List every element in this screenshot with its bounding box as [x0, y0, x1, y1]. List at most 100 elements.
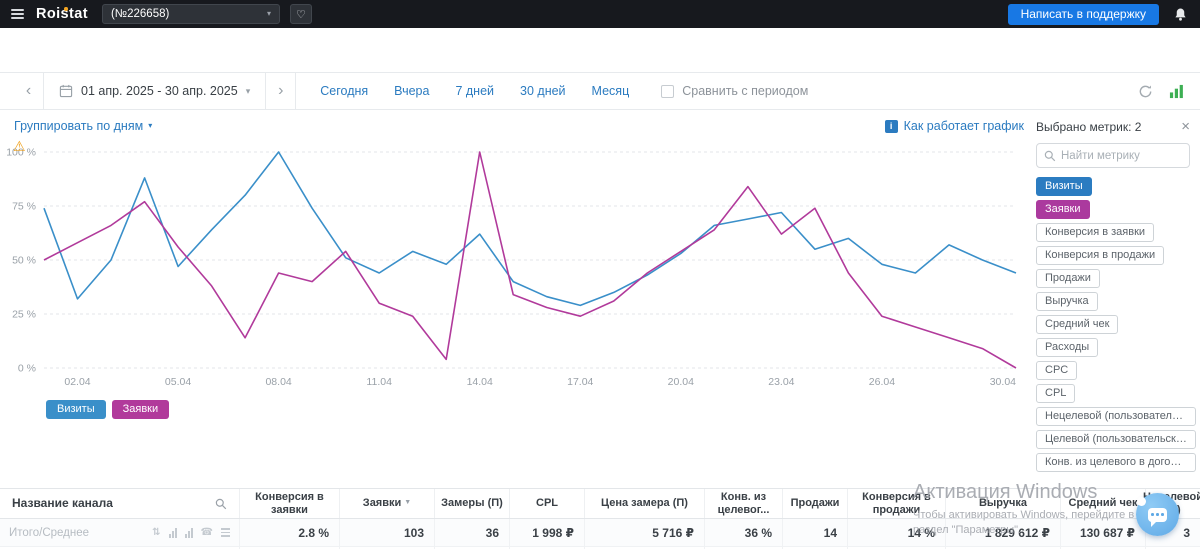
metric-tag[interactable]: CPC	[1036, 361, 1078, 380]
main-content: Группировать по дням ▾ i Как работает гр…	[0, 110, 1200, 472]
date-range-label: 01 апр. 2025 - 30 апр. 2025	[81, 84, 238, 98]
metric-tag[interactable]: Конв. из целевого в договор ...	[1036, 453, 1196, 472]
metric-tag[interactable]: Нецелевой (пользовательски...	[1036, 407, 1196, 426]
column-header-label: Выручка	[978, 497, 1028, 510]
close-icon[interactable]: ×	[1181, 119, 1190, 134]
column-header-label: Цена замера (П)	[601, 497, 688, 510]
metric-tag[interactable]: Расходы	[1036, 338, 1099, 357]
chat-icon	[1148, 507, 1167, 527]
health-widget-icon[interactable]: ♡	[289, 4, 312, 24]
compare-label: Сравнить с периодом	[682, 84, 809, 98]
legend-badge[interactable]: Заявки	[111, 400, 170, 419]
sort-icon[interactable]: ⇅	[152, 527, 160, 538]
chart-legend: Визиты Заявки	[0, 394, 1032, 419]
bar-chart-icon[interactable]	[168, 527, 177, 538]
date-range-selector[interactable]: 01 апр. 2025 - 30 апр. 2025 ▾	[44, 73, 267, 109]
logo-dot-icon	[64, 7, 68, 11]
legend-badge[interactable]: Визиты	[46, 400, 106, 419]
quick-link-4[interactable]: Месяц	[592, 84, 630, 98]
chevron-down-icon: ▾	[266, 9, 271, 18]
support-button[interactable]: Написать в поддержку	[1007, 3, 1159, 25]
next-period-button[interactable]: ›	[266, 73, 297, 109]
metric-search[interactable]	[1036, 143, 1190, 168]
cell: 2.8 %	[240, 519, 340, 546]
metric-tag-list: Визиты Заявки Конверсия в заявки Конверсия …	[1036, 177, 1196, 472]
phone-icon[interactable]: ☎	[201, 527, 213, 538]
metric-tag[interactable]: CPL	[1036, 384, 1076, 403]
metric-tag[interactable]: Целевой (пользовательский)	[1036, 430, 1196, 449]
header-spacer	[0, 28, 1200, 72]
quick-link-0[interactable]: Сегодня	[320, 84, 368, 98]
svg-text:50 %: 50 %	[12, 255, 36, 267]
column-header-4[interactable]: Цена замера (П)	[585, 489, 705, 518]
cell-value: 130 687 ₽	[1079, 525, 1135, 540]
how-it-works-link[interactable]: i Как работает график	[884, 119, 1024, 133]
quick-link-2[interactable]: 7 дней	[455, 84, 494, 98]
column-chart-icon[interactable]	[184, 527, 193, 538]
quick-link-3[interactable]: 30 дней	[520, 84, 566, 98]
metric-tag[interactable]: Продажи	[1036, 269, 1100, 288]
column-header-8[interactable]: Выручка	[946, 489, 1061, 518]
project-select[interactable]: (№226658) ▾	[101, 4, 280, 24]
app-root: Roistat (№226658) ▾ ♡ Написать в поддерж…	[0, 0, 1200, 549]
calendar-icon	[59, 84, 73, 98]
search-icon[interactable]	[215, 498, 227, 510]
chart-widget-icon[interactable]	[1169, 84, 1184, 99]
quick-link-1[interactable]: Вчера	[394, 84, 429, 98]
column-header-name[interactable]: Название канала	[0, 489, 240, 518]
topbar: Roistat (№226658) ▾ ♡ Написать в поддерж…	[0, 0, 1200, 28]
column-header-9[interactable]: Средний чек	[1061, 489, 1146, 518]
chevron-down-icon: ▾	[148, 121, 153, 130]
svg-text:20.04: 20.04	[668, 376, 694, 388]
table-body: Итого/Среднее ⇅ ☎ 2.8 % 103 36 1 998 ₽5 716 ₽3…	[0, 519, 1200, 549]
totals-label: Итого/Среднее	[9, 526, 90, 539]
project-select-value: (№226658)	[110, 8, 170, 20]
cell-value: 1 829 612 ₽	[984, 525, 1050, 540]
group-by-selector[interactable]: Группировать по дням ▾	[14, 119, 152, 133]
how-it-works-label: Как работает график	[903, 119, 1024, 133]
cell-value: 1 998 ₽	[532, 525, 574, 540]
channels-table: Название канала Конверсия в заявки Заявки…	[0, 488, 1200, 549]
metric-search-input[interactable]	[1061, 149, 1182, 162]
totals-row: Итого/Среднее ⇅ ☎ 2.8 % 103 36 1 998 ₽5 716 ₽3…	[0, 519, 1200, 547]
column-header-label: Конверсия в продажи	[862, 490, 931, 516]
column-header-1[interactable]: Заявки ▼	[340, 489, 435, 518]
cell-value: 14 %	[907, 525, 935, 540]
metrics-panel: Выбрано метрик: 2 × Визиты Заявки Конверси…	[1032, 110, 1200, 472]
svg-text:14.04: 14.04	[467, 376, 493, 388]
column-header-label: Конв. из целевог...	[717, 490, 770, 516]
chat-widget-button[interactable]	[1136, 493, 1179, 536]
metric-tag[interactable]: Конверсия в продажи	[1036, 246, 1165, 265]
cell: 36 %	[705, 519, 783, 546]
compare-period-toggle[interactable]: Сравнить с периодом	[661, 84, 808, 98]
cell: 14 %	[848, 519, 946, 546]
refresh-icon[interactable]	[1138, 84, 1153, 99]
metrics-count-label: Выбрано метрик: 2	[1036, 119, 1142, 134]
column-header-6[interactable]: Продажи	[783, 489, 848, 518]
prev-period-button[interactable]: ‹	[14, 73, 44, 109]
column-header-5[interactable]: Конв. из целевог...	[705, 489, 783, 518]
column-header-label: Конверсия в заявки	[255, 490, 324, 516]
cell-value: 2.8 %	[298, 525, 329, 540]
column-header-2[interactable]: Замеры (П)	[435, 489, 510, 518]
column-header-3[interactable]: CPL	[510, 489, 585, 518]
metric-tag[interactable]: Средний чек	[1036, 315, 1119, 334]
chevron-down-icon: ▾	[245, 85, 251, 96]
checkbox-icon[interactable]	[661, 84, 675, 98]
metric-tag[interactable]: Выручка	[1036, 292, 1098, 311]
cell-value: 103	[403, 525, 424, 540]
metric-tag[interactable]: Конверсия в заявки	[1036, 223, 1155, 242]
cell: 1 829 612 ₽	[946, 519, 1061, 546]
cell: 36	[435, 519, 510, 546]
cell-value: 3	[1183, 525, 1190, 540]
metric-tag-selected[interactable]: Заявки	[1036, 200, 1090, 219]
column-header-7[interactable]: Конверсия в продажи	[848, 489, 946, 518]
menu-lines-icon[interactable]	[221, 527, 230, 538]
roistat-logo[interactable]: Roistat	[36, 6, 92, 22]
warning-icon[interactable]: ⚠	[13, 138, 26, 155]
column-header-label: Заявки	[362, 497, 402, 510]
bell-icon[interactable]	[1169, 7, 1191, 22]
metric-tag-selected[interactable]: Визиты	[1036, 177, 1092, 196]
column-header-0[interactable]: Конверсия в заявки	[240, 489, 340, 518]
menu-icon[interactable]	[9, 6, 26, 22]
